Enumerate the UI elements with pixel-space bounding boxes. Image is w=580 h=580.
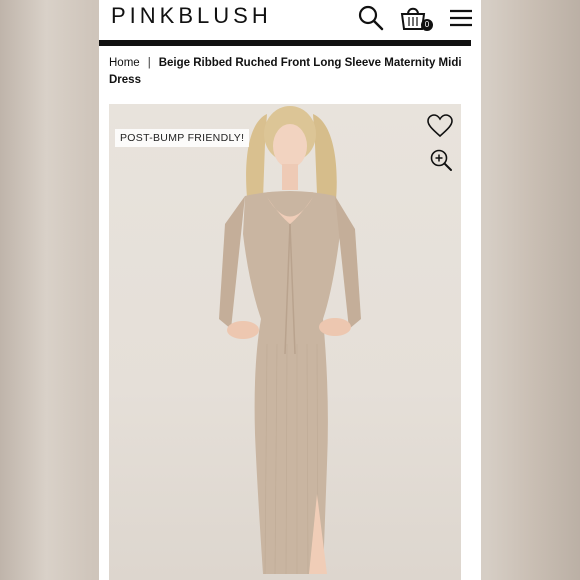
header-divider (99, 40, 471, 46)
breadcrumb-home-link[interactable]: Home (109, 57, 140, 69)
site-header: PINKBLUSH 0 (99, 0, 481, 40)
menu-icon[interactable] (447, 4, 475, 32)
product-image[interactable]: POST-BUMP FRIENDLY! (109, 104, 461, 580)
post-bump-badge: POST-BUMP FRIENDLY! (115, 129, 250, 147)
breadcrumb-separator: | (147, 57, 151, 69)
phone-screen: PINKBLUSH 0 Home | Beige Ribbed Ruched Fro… (99, 0, 481, 580)
heart-icon[interactable] (427, 114, 453, 138)
zoom-in-icon[interactable] (429, 148, 453, 172)
cart-count-badge: 0 (421, 19, 433, 31)
site-logo[interactable]: PINKBLUSH (111, 3, 272, 29)
search-icon[interactable] (357, 4, 385, 32)
breadcrumb-current: Beige Ribbed Ruched Front Long Sleeve Ma… (109, 57, 462, 86)
model-photo (219, 106, 361, 575)
breadcrumb: Home | Beige Ribbed Ruched Front Long Slee… (109, 55, 464, 89)
